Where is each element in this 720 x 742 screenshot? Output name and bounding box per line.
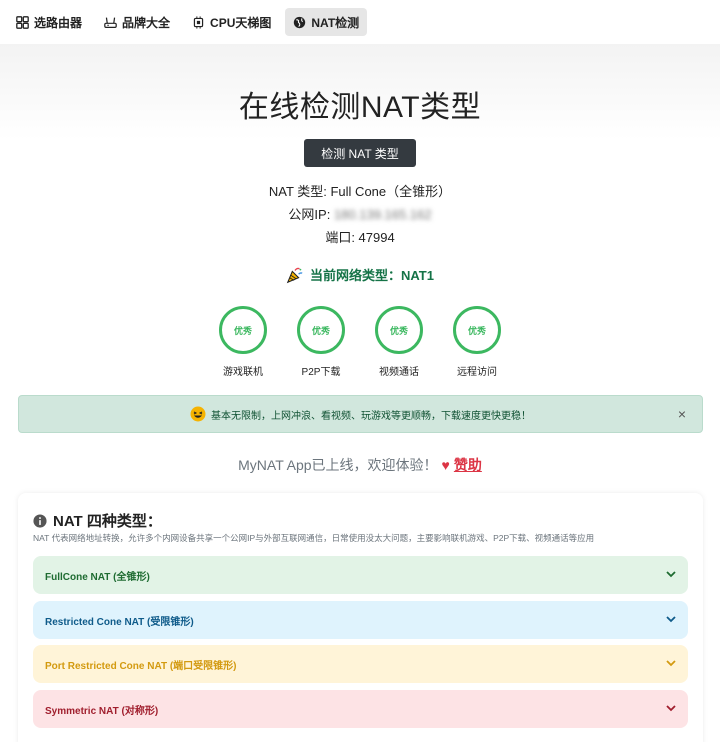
accordion-label: Port Restricted Cone NAT (端口受限锥形) bbox=[45, 660, 237, 672]
public-ip-line: 公网IP: 180.139.165.162 bbox=[0, 204, 720, 223]
globe-icon bbox=[294, 16, 306, 28]
nat-types-card: NAT 四种类型： NAT 代表网络地址转换，允许多个内网设备共享一个公网IP与… bbox=[18, 493, 703, 742]
score-item-video-call: 优秀 视频通话 bbox=[375, 306, 423, 378]
info-icon bbox=[33, 513, 47, 528]
sponsor-link[interactable]: 赞助 bbox=[454, 455, 482, 475]
score-circle: 优秀 bbox=[219, 306, 267, 354]
score-label: 游戏联机 bbox=[223, 367, 263, 378]
accordion-label: FullCone NAT (全锥形) bbox=[45, 571, 150, 583]
accordion-label: Symmetric NAT (对称形) bbox=[45, 705, 159, 717]
chevron-down-icon bbox=[666, 705, 676, 712]
score-circle: 优秀 bbox=[375, 306, 423, 354]
port-text: 端口: 47994 bbox=[325, 230, 395, 245]
score-label: 远程访问 bbox=[457, 367, 497, 378]
card-title-text: NAT 四种类型： bbox=[53, 513, 162, 530]
top-nav: 选路由器 品牌大全 CPU天梯图 NAT检测 bbox=[0, 0, 720, 44]
card-title: NAT 四种类型： bbox=[33, 510, 162, 531]
score-item-gaming: 优秀 游戏联机 bbox=[219, 306, 267, 378]
laughing-face-icon bbox=[190, 406, 206, 422]
nav-item-brands[interactable]: 品牌大全 bbox=[96, 8, 178, 36]
nat-type-text: NAT 类型: Full Cone（全锥形） bbox=[268, 184, 452, 199]
score-label: P2P下载 bbox=[301, 367, 341, 378]
nav-item-nat-detect[interactable]: NAT检测 bbox=[285, 8, 368, 36]
nav-item-cpu-ladder[interactable]: CPU天梯图 bbox=[184, 8, 279, 36]
score-label: 视频通话 bbox=[379, 367, 419, 378]
close-icon[interactable]: × bbox=[678, 406, 686, 422]
chevron-down-icon bbox=[666, 660, 676, 667]
public-ip-value: 180.139.165.162 bbox=[333, 207, 432, 222]
promo-text: MyNAT App已上线，欢迎体验！ bbox=[238, 457, 438, 473]
accordion-port-restricted-cone[interactable]: Port Restricted Cone NAT (端口受限锥形) bbox=[33, 645, 688, 683]
alert-text: 基本无限制，上网冲浪、看视频、玩游戏等更顺畅，下载速度更快更稳！ bbox=[211, 410, 531, 422]
score-item-p2p: 优秀 P2P下载 bbox=[297, 306, 345, 378]
accordion-restricted-cone[interactable]: Restricted Cone NAT (受限锥形) bbox=[33, 601, 688, 639]
network-type: 当前网络类型：NAT1 bbox=[0, 265, 720, 284]
cpu-icon bbox=[193, 15, 204, 29]
public-ip-label: 公网IP: bbox=[288, 207, 331, 222]
chevron-down-icon bbox=[666, 616, 676, 623]
router-icon bbox=[104, 17, 117, 28]
nav-item-label: 选路由器 bbox=[34, 15, 83, 30]
network-type-label: 当前网络类型：NAT1 bbox=[310, 268, 434, 283]
score-circles: 优秀 游戏联机 优秀 P2P下载 优秀 视频通话 优秀 远程访问 bbox=[0, 306, 720, 378]
score-item-remote-access: 优秀 远程访问 bbox=[453, 306, 501, 378]
score-circle: 优秀 bbox=[297, 306, 345, 354]
accordion-symmetric[interactable]: Symmetric NAT (对称形) bbox=[33, 690, 688, 728]
nav-item-label: NAT检测 bbox=[311, 15, 360, 30]
success-alert: 基本无限制，上网冲浪、看视频、玩游戏等更顺畅，下载速度更快更稳！ × bbox=[18, 395, 703, 433]
party-popper-icon bbox=[286, 267, 303, 283]
nav-item-router-select[interactable]: 选路由器 bbox=[8, 8, 90, 36]
nav-item-label: 品牌大全 bbox=[122, 15, 171, 30]
heart-icon: ♥ bbox=[441, 457, 450, 473]
page-title: 在线检测NAT类型 bbox=[238, 91, 482, 124]
card-description: NAT 代表网络地址转换，允许多个内网设备共享一个公网IP与外部互联网通信，日常… bbox=[33, 533, 595, 543]
grid-icon bbox=[16, 15, 29, 29]
accordion-label: Restricted Cone NAT (受限锥形) bbox=[45, 616, 194, 628]
promo-line: MyNAT App已上线，欢迎体验！ ♥ 赞助 bbox=[0, 455, 720, 475]
detect-nat-button[interactable]: 检测 NAT 类型 bbox=[304, 139, 416, 167]
score-circle: 优秀 bbox=[453, 306, 501, 354]
nav-item-label: CPU天梯图 bbox=[210, 15, 272, 30]
chevron-down-icon bbox=[666, 571, 676, 578]
accordion-full-cone[interactable]: FullCone NAT (全锥形) bbox=[33, 556, 688, 594]
